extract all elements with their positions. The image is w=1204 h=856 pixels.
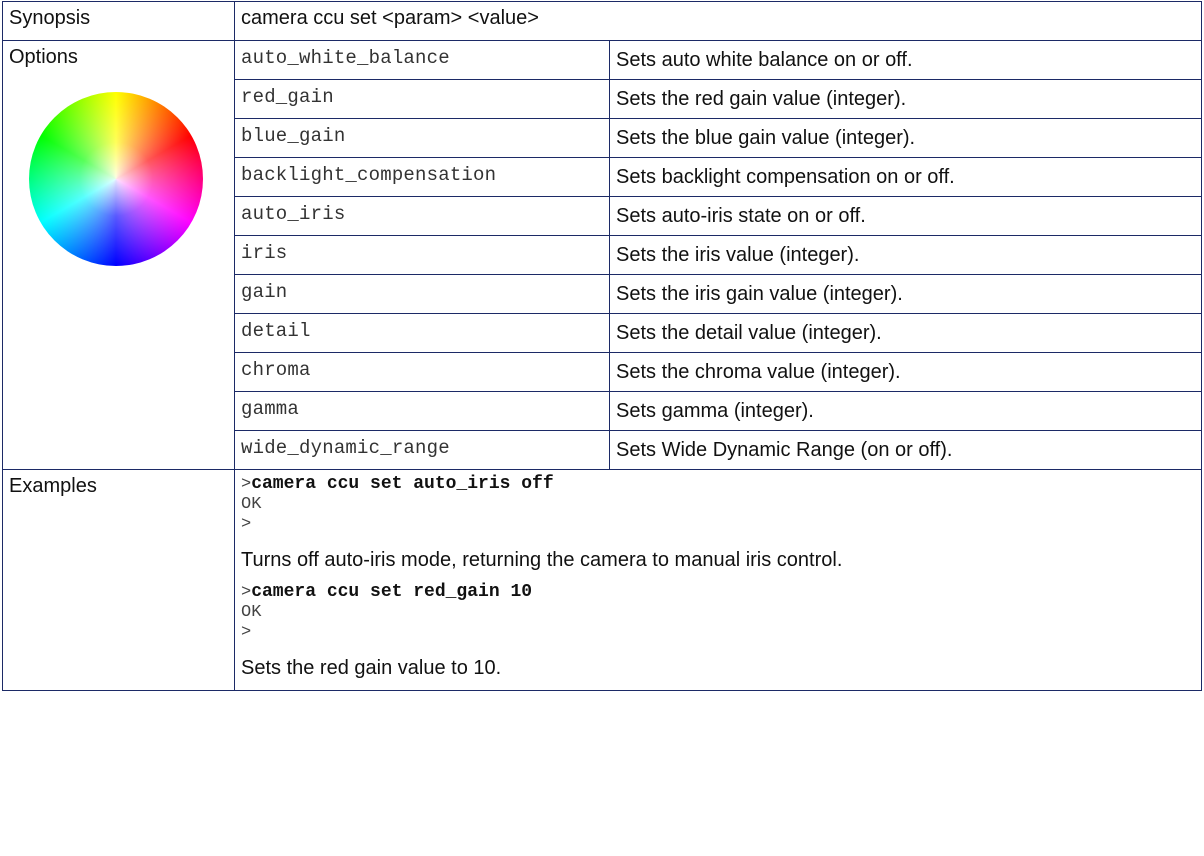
synopsis-value-cell: camera ccu set <param> <value> — [234, 1, 1202, 41]
example-description: Turns off auto-iris mode, returning the … — [241, 549, 843, 571]
options-row: Options auto_white_balance Sets auto whi… — [2, 40, 1202, 470]
synopsis-label-cell: Synopsis — [2, 1, 235, 41]
example-response: OK — [241, 603, 262, 622]
option-row: auto_white_balance Sets auto white balan… — [235, 41, 1201, 80]
example-end-prompt: > — [241, 623, 252, 642]
examples-label-cell: Examples — [2, 469, 235, 691]
synopsis-label: Synopsis — [9, 7, 91, 29]
option-row: gamma Sets gamma (integer). — [235, 391, 1201, 431]
option-param-name: auto_iris — [241, 203, 346, 225]
example-block: >camera ccu set red_gain 10 OK > Sets th… — [241, 582, 1195, 680]
option-param-name: auto_white_balance — [241, 47, 450, 69]
option-param-desc: Sets the detail value (integer). — [616, 322, 882, 344]
example-prompt: > — [241, 475, 252, 494]
option-row: wide_dynamic_range Sets Wide Dynamic Ran… — [235, 430, 1201, 469]
option-param-desc: Sets gamma (integer). — [616, 400, 814, 422]
option-param-desc: Sets auto-iris state on or off. — [616, 205, 866, 227]
example-command: camera ccu set auto_iris off — [251, 474, 554, 494]
option-row: auto_iris Sets auto-iris state on or off… — [235, 196, 1201, 236]
option-param-desc: Sets Wide Dynamic Range (on or off). — [616, 439, 953, 461]
option-param-desc: Sets backlight compensation on or off. — [616, 166, 955, 188]
option-param-desc: Sets the iris value (integer). — [616, 244, 860, 266]
option-row: red_gain Sets the red gain value (intege… — [235, 79, 1201, 119]
example-code: >camera ccu set auto_iris off OK > — [241, 474, 1195, 535]
option-row: chroma Sets the chroma value (integer). — [235, 352, 1201, 392]
examples-label: Examples — [9, 475, 97, 497]
example-end-prompt: > — [241, 515, 252, 534]
options-list-cell: auto_white_balance Sets auto white balan… — [234, 40, 1202, 470]
option-param-name: wide_dynamic_range — [241, 437, 450, 459]
option-param-desc: Sets auto white balance on or off. — [616, 49, 913, 71]
option-row: backlight_compensation Sets backlight co… — [235, 157, 1201, 197]
color-wheel-image — [29, 92, 203, 266]
synopsis-row: Synopsis camera ccu set <param> <value> — [2, 1, 1202, 41]
option-row: detail Sets the detail value (integer). — [235, 313, 1201, 353]
option-param-name: backlight_compensation — [241, 164, 497, 186]
options-label: Options — [9, 46, 78, 68]
option-row: gain Sets the iris gain value (integer). — [235, 274, 1201, 314]
option-row: iris Sets the iris value (integer). — [235, 235, 1201, 275]
option-param-desc: Sets the iris gain value (integer). — [616, 283, 903, 305]
example-block: >camera ccu set auto_iris off OK > Turns… — [241, 474, 1195, 572]
examples-row: Examples >camera ccu set auto_iris off O… — [2, 469, 1202, 691]
options-table: auto_white_balance Sets auto white balan… — [235, 41, 1201, 469]
options-label-cell: Options — [2, 40, 235, 470]
option-param-name: gamma — [241, 398, 300, 420]
example-response: OK — [241, 495, 262, 514]
option-param-desc: Sets the blue gain value (integer). — [616, 127, 916, 149]
option-param-desc: Sets the red gain value (integer). — [616, 88, 907, 110]
example-code: >camera ccu set red_gain 10 OK > — [241, 582, 1195, 643]
option-param-name: blue_gain — [241, 125, 346, 147]
synopsis-text: camera ccu set <param> <value> — [241, 7, 539, 29]
option-param-name: chroma — [241, 359, 311, 381]
option-param-name: gain — [241, 281, 288, 303]
command-reference-table: Synopsis camera ccu set <param> <value> … — [2, 1, 1202, 691]
example-description: Sets the red gain value to 10. — [241, 657, 502, 679]
example-prompt: > — [241, 583, 252, 602]
option-param-desc: Sets the chroma value (integer). — [616, 361, 901, 383]
option-row: blue_gain Sets the blue gain value (inte… — [235, 118, 1201, 158]
option-param-name: detail — [241, 320, 311, 342]
examples-content-cell: >camera ccu set auto_iris off OK > Turns… — [234, 469, 1202, 691]
option-param-name: red_gain — [241, 86, 334, 108]
example-command: camera ccu set red_gain 10 — [251, 582, 533, 602]
option-param-name: iris — [241, 242, 288, 264]
